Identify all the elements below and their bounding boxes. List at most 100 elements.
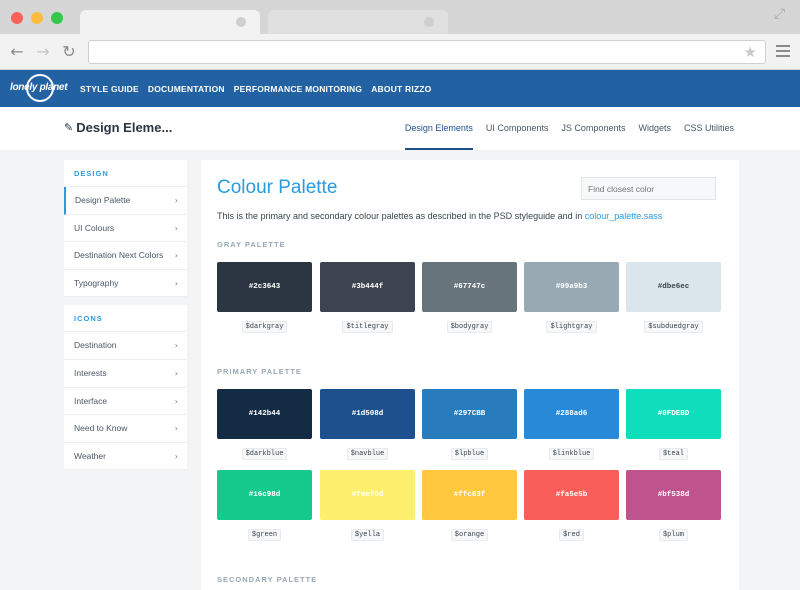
reload-icon[interactable]: ↻	[60, 43, 78, 61]
color-variable-code: $lpblue	[450, 448, 489, 460]
nav-style-guide[interactable]: STYLE GUIDE	[80, 84, 139, 94]
close-window-button[interactable]	[11, 12, 23, 24]
browser-chrome: ⤢ ← → ↻ ★	[0, 0, 800, 70]
forward-arrow-icon[interactable]: →	[34, 43, 52, 61]
address-bar[interactable]: ★	[88, 40, 766, 64]
color-variable-name: $titlegray	[320, 321, 415, 333]
color-variable-code: $navblue	[346, 448, 389, 460]
page-title-text: Design Eleme...	[76, 120, 173, 135]
nav-documentation[interactable]: DOCUMENTATION	[148, 84, 225, 94]
lonely-planet-logo[interactable]: lonely planet	[10, 74, 70, 104]
tab-strip: ⤢	[0, 0, 800, 34]
sidebar-item-ui-colours[interactable]: UI Colours ›	[64, 215, 187, 243]
sidebar-group-icons: ICONS Destination › Interests › Interface ›…	[64, 305, 187, 471]
color-variable-name: $linkblue	[524, 448, 619, 460]
tab-design-elements[interactable]: Design Elements	[404, 107, 473, 150]
minimize-window-button[interactable]	[31, 12, 43, 24]
color-variable-name: $lightgray	[524, 321, 619, 333]
color-swatch[interactable]: #288ad6	[524, 389, 619, 439]
color-variable-code: $bodygray	[446, 321, 493, 333]
color-variable-name: $plum	[626, 529, 721, 541]
search-input[interactable]	[581, 177, 716, 200]
color-swatch[interactable]: #297CBB	[422, 389, 517, 439]
nav-about-rizzo[interactable]: ABOUT RIZZO	[371, 84, 431, 94]
color-variable-code: $teal	[658, 448, 688, 460]
sidebar-heading-icons: ICONS	[64, 305, 187, 333]
color-swatch[interactable]: #67747c	[422, 262, 517, 312]
star-icon[interactable]: ★	[744, 43, 757, 61]
color-variable-name: $bodygray	[422, 321, 517, 333]
sidebar-item-label: Interface	[74, 395, 108, 406]
sidebar-item-label: Destination	[74, 340, 117, 351]
tab-widgets[interactable]: Widgets	[638, 107, 671, 150]
color-swatch[interactable]: #0FDEBD	[626, 389, 721, 439]
tab-close-icon[interactable]	[424, 17, 434, 27]
back-arrow-icon[interactable]: ←	[8, 43, 26, 61]
chevron-right-icon: ›	[174, 223, 178, 233]
browser-tab-active[interactable]	[80, 10, 260, 34]
expand-icon[interactable]: ⤢	[774, 6, 790, 22]
color-swatch[interactable]: #fa5e5b	[524, 470, 619, 520]
primary-palette-label: PRIMARY PALETTE	[217, 367, 302, 376]
color-swatch[interactable]: #ffc83f	[422, 470, 517, 520]
tab-css-utilities[interactable]: CSS Utilities	[684, 107, 734, 150]
sidebar-item-interests[interactable]: Interests ›	[64, 360, 187, 388]
chevron-right-icon: ›	[174, 451, 178, 461]
maximize-window-button[interactable]	[51, 12, 63, 24]
sidebar-item-design-palette[interactable]: Design Palette ›	[64, 187, 187, 215]
color-swatch[interactable]: #2c3643	[217, 262, 312, 312]
tab-js-components[interactable]: JS Components	[561, 107, 625, 150]
color-swatch[interactable]: #1d508d	[320, 389, 415, 439]
color-swatch[interactable]: #bf538d	[626, 470, 721, 520]
page-header: ✎ Design Eleme... Design Elements UI Com…	[0, 107, 800, 150]
sidebar-item-label: Typography	[74, 277, 119, 288]
site-header: lonely planet STYLE GUIDE DOCUMENTATION …	[0, 70, 800, 107]
sidebar-item-label: Need to Know	[74, 423, 128, 434]
sidebar: DESIGN Design Palette › UI Colours › Desti…	[64, 160, 187, 478]
sidebar-item-destination-next-colors[interactable]: Destination Next Colors ›	[64, 242, 187, 270]
gray-palette-label: GRAY PALETTE	[217, 240, 286, 249]
color-variable-name: $green	[217, 529, 312, 541]
sidebar-heading-design: DESIGN	[64, 160, 187, 187]
palette-sass-link[interactable]: colour_palette.sass	[585, 211, 663, 221]
sidebar-item-weather[interactable]: Weather ›	[64, 443, 187, 471]
page-title: ✎ Design Eleme...	[64, 120, 172, 135]
color-swatch[interactable]: #3b444f	[320, 262, 415, 312]
menu-icon[interactable]	[776, 45, 790, 57]
color-variable-name: $red	[524, 529, 619, 541]
sidebar-item-interface[interactable]: Interface ›	[64, 388, 187, 416]
color-variable-code: $darkgray	[241, 321, 288, 333]
browser-toolbar: ← → ↻ ★	[0, 34, 800, 70]
sidebar-item-label: Design Palette	[75, 195, 131, 205]
color-swatch[interactable]: #142b44	[217, 389, 312, 439]
color-swatch[interactable]: #dbe6ec	[626, 262, 721, 312]
nav-performance-monitoring[interactable]: PERFORMANCE MONITORING	[234, 84, 362, 94]
logo-text: lonely planet	[10, 82, 68, 93]
browser-tab-inactive[interactable]	[268, 10, 448, 34]
sidebar-group-design: DESIGN Design Palette › UI Colours › Desti…	[64, 160, 187, 298]
chevron-right-icon: ›	[174, 278, 178, 288]
chevron-right-icon: ›	[174, 196, 178, 205]
sidebar-item-label: Destination Next Colors	[74, 250, 164, 261]
color-swatch[interactable]: #99a9b3	[524, 262, 619, 312]
color-swatch[interactable]: #16c98d	[217, 470, 312, 520]
intro-text: This is the primary and secondary colour…	[217, 211, 662, 221]
sidebar-item-label: UI Colours	[74, 222, 115, 233]
chevron-right-icon: ›	[174, 424, 178, 434]
sidebar-item-label: Weather	[74, 450, 106, 461]
color-variable-name: $yella	[320, 529, 415, 541]
color-variable-code: $subduedgray	[644, 321, 703, 333]
sidebar-item-label: Interests	[74, 367, 107, 378]
color-variable-name: $darkgray	[217, 321, 312, 333]
design-icon: ✎	[64, 121, 74, 134]
sidebar-item-typography[interactable]: Typography ›	[64, 270, 187, 298]
color-swatch[interactable]: #feef6d	[320, 470, 415, 520]
tab-ui-components[interactable]: UI Components	[486, 107, 549, 150]
tab-close-icon[interactable]	[236, 17, 246, 27]
sidebar-item-need-to-know[interactable]: Need to Know ›	[64, 415, 187, 443]
intro-text-body: This is the primary and secondary colour…	[217, 211, 585, 221]
sidebar-item-destination[interactable]: Destination ›	[64, 332, 187, 360]
site-nav: STYLE GUIDE DOCUMENTATION PERFORMANCE MO…	[80, 70, 441, 107]
color-variable-code: $green	[247, 529, 282, 541]
chevron-right-icon: ›	[174, 396, 178, 406]
